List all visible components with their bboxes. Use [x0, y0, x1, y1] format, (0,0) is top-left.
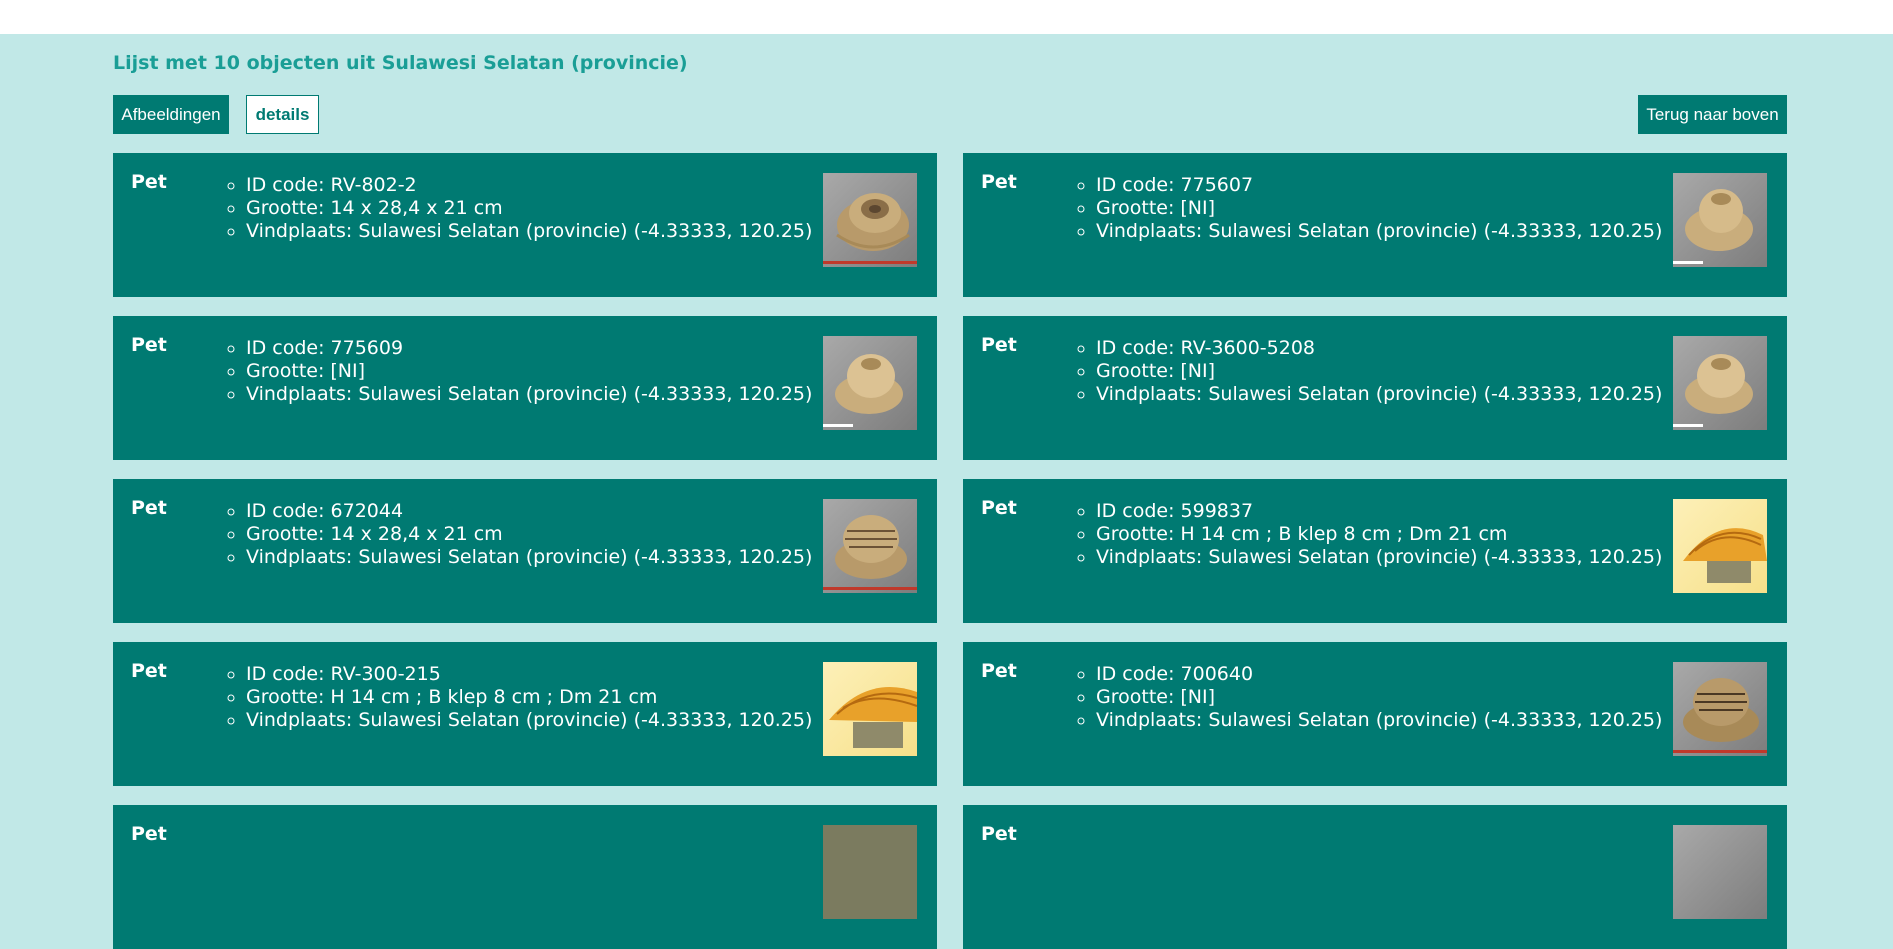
- object-details: ID code: RV-300-215 Grootte: H 14 cm ; B…: [222, 663, 812, 732]
- object-id: ID code: RV-3600-5208: [1096, 337, 1662, 360]
- object-thumbnail[interactable]: [823, 173, 917, 267]
- object-id: ID code: 775607: [1096, 174, 1662, 197]
- object-location: Vindplaats: Sulawesi Selatan (provincie)…: [246, 220, 812, 243]
- object-thumbnail[interactable]: [1673, 173, 1767, 267]
- object-size: Grootte: 14 x 28,4 x 21 cm: [246, 197, 812, 220]
- object-details: ID code: 599837 Grootte: H 14 cm ; B kle…: [1072, 500, 1662, 569]
- object-id: ID code: 599837: [1096, 500, 1662, 523]
- object-card[interactable]: Pet ID code: 672044 Grootte: 14 x 28,4 x…: [113, 479, 937, 623]
- object-size: Grootte: [NI]: [246, 360, 812, 383]
- object-id: ID code: 775609: [246, 337, 812, 360]
- object-details: ID code: 775607 Grootte: [NI] Vindplaats…: [1072, 174, 1662, 243]
- object-title: Pet: [981, 334, 1017, 356]
- object-title: Pet: [981, 497, 1017, 519]
- object-card[interactable]: Pet ID code: 775607 Grootte: [NI] Vindpl…: [963, 153, 1787, 297]
- object-title: Pet: [131, 334, 167, 356]
- object-id: ID code: 672044: [246, 500, 812, 523]
- object-location: Vindplaats: Sulawesi Selatan (provincie)…: [1096, 220, 1662, 243]
- details-button[interactable]: details: [246, 95, 319, 134]
- object-location: Vindplaats: Sulawesi Selatan (provincie)…: [1096, 546, 1662, 569]
- object-location: Vindplaats: Sulawesi Selatan (provincie)…: [246, 546, 812, 569]
- object-size: Grootte: [NI]: [1096, 197, 1662, 220]
- object-size: Grootte: H 14 cm ; B klep 8 cm ; Dm 21 c…: [246, 686, 812, 709]
- object-card[interactable]: Pet ID code: RV-3600-5208 Grootte: [NI] …: [963, 316, 1787, 460]
- object-location: Vindplaats: Sulawesi Selatan (provincie)…: [1096, 709, 1662, 732]
- object-details: ID code: RV-3600-5208 Grootte: [NI] Vind…: [1072, 337, 1662, 406]
- object-thumbnail[interactable]: [823, 825, 917, 919]
- object-size: Grootte: 14 x 28,4 x 21 cm: [246, 523, 812, 546]
- object-title: Pet: [981, 823, 1017, 845]
- back-to-top-button[interactable]: Terug naar boven: [1638, 95, 1787, 134]
- object-title: Pet: [131, 497, 167, 519]
- object-id: ID code: 700640: [1096, 663, 1662, 686]
- object-location: Vindplaats: Sulawesi Selatan (provincie)…: [246, 383, 812, 406]
- object-thumbnail[interactable]: [1673, 336, 1767, 430]
- top-bar: [0, 0, 1893, 34]
- object-title: Pet: [131, 171, 167, 193]
- object-thumbnail[interactable]: [823, 662, 917, 756]
- object-card[interactable]: Pet ID code: 700640 Grootte: [NI] Vindpl…: [963, 642, 1787, 786]
- object-details: ID code: 700640 Grootte: [NI] Vindplaats…: [1072, 663, 1662, 732]
- object-location: Vindplaats: Sulawesi Selatan (provincie)…: [1096, 383, 1662, 406]
- object-card[interactable]: Pet: [963, 805, 1787, 949]
- object-title: Pet: [131, 823, 167, 845]
- object-details: ID code: 775609 Grootte: [NI] Vindplaats…: [222, 337, 812, 406]
- object-thumbnail[interactable]: [823, 336, 917, 430]
- object-size: Grootte: [NI]: [1096, 686, 1662, 709]
- object-card[interactable]: Pet ID code: RV-300-215 Grootte: H 14 cm…: [113, 642, 937, 786]
- object-details: ID code: 672044 Grootte: 14 x 28,4 x 21 …: [222, 500, 812, 569]
- object-thumbnail[interactable]: [1673, 499, 1767, 593]
- object-card[interactable]: Pet ID code: 599837 Grootte: H 14 cm ; B…: [963, 479, 1787, 623]
- object-thumbnail[interactable]: [1673, 662, 1767, 756]
- object-thumbnail[interactable]: [823, 499, 917, 593]
- object-title: Pet: [981, 660, 1017, 682]
- object-size: Grootte: [NI]: [1096, 360, 1662, 383]
- object-title: Pet: [131, 660, 167, 682]
- object-title: Pet: [981, 171, 1017, 193]
- images-button[interactable]: Afbeeldingen: [113, 95, 229, 134]
- object-id: ID code: RV-802-2: [246, 174, 812, 197]
- page-title: Lijst met 10 objecten uit Sulawesi Selat…: [113, 52, 688, 74]
- object-card[interactable]: Pet: [113, 805, 937, 949]
- object-size: Grootte: H 14 cm ; B klep 8 cm ; Dm 21 c…: [1096, 523, 1662, 546]
- object-thumbnail[interactable]: [1673, 825, 1767, 919]
- object-details: ID code: RV-802-2 Grootte: 14 x 28,4 x 2…: [222, 174, 812, 243]
- object-card[interactable]: Pet ID code: RV-802-2 Grootte: 14 x 28,4…: [113, 153, 937, 297]
- object-card[interactable]: Pet ID code: 775609 Grootte: [NI] Vindpl…: [113, 316, 937, 460]
- object-location: Vindplaats: Sulawesi Selatan (provincie)…: [246, 709, 812, 732]
- object-id: ID code: RV-300-215: [246, 663, 812, 686]
